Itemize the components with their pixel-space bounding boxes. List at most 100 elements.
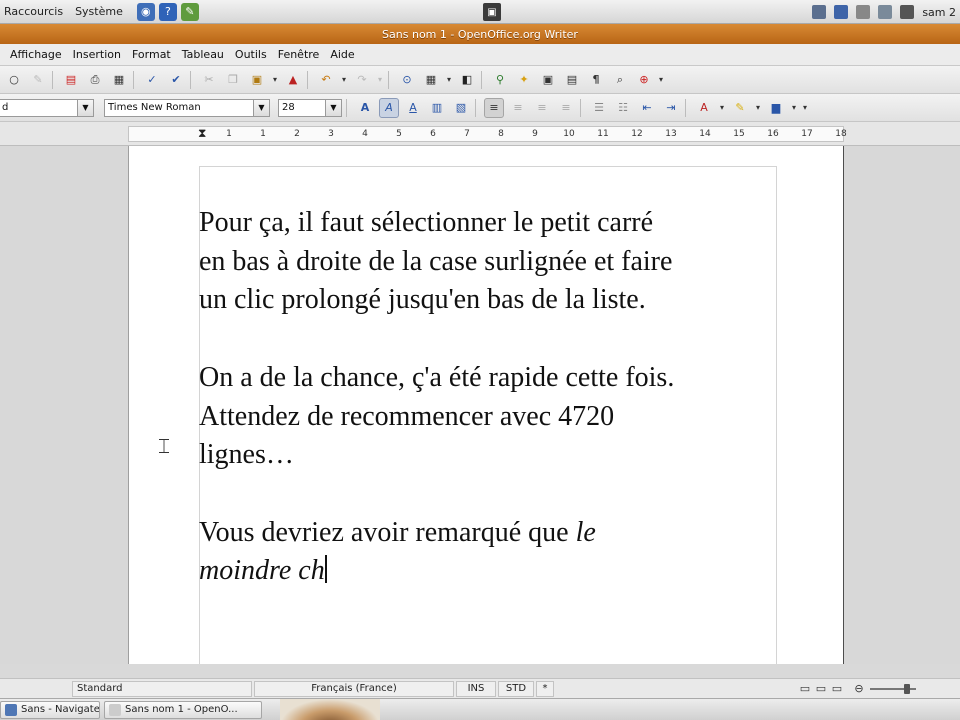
highlighting-dropdown-icon[interactable]: ▾: [754, 98, 762, 118]
panel-menu-raccourcis[interactable]: Raccourcis: [4, 5, 63, 18]
menu-outils[interactable]: Outils: [235, 48, 267, 61]
view-multi-page-icon[interactable]: ▭: [814, 682, 828, 696]
panel-user-name[interactable]: sam 2: [922, 6, 956, 19]
bullets-icon[interactable]: ☷: [613, 98, 633, 118]
horizontal-ruler[interactable]: ⧗ 1 1 2 3 4 5 6 7 8 9 10 11 12 13 14 15 16 17 18: [128, 126, 847, 142]
view-single-page-icon[interactable]: ▭: [798, 682, 812, 696]
font-name-value: Times New Roman: [108, 102, 201, 113]
chevron-down-icon[interactable]: ▼: [253, 99, 269, 116]
menu-affichage[interactable]: Affichage: [10, 48, 62, 61]
cut-icon[interactable]: ✂: [199, 70, 219, 90]
paragraph-style-combo[interactable]: d ▼: [0, 98, 94, 117]
screen: Raccourcis Système ◉ ? ✎ ▣ sam 2 Sans no…: [0, 0, 960, 720]
paste-icon[interactable]: ▣: [247, 70, 267, 90]
font-name-combo[interactable]: Times New Roman ▼: [104, 98, 270, 117]
undo-dropdown-icon[interactable]: ▾: [340, 70, 348, 90]
subscript-icon[interactable]: ▧: [451, 98, 471, 118]
menu-insertion[interactable]: Insertion: [73, 48, 121, 61]
browser-launcher-icon[interactable]: ◉: [136, 2, 155, 21]
data-sources-icon[interactable]: ▤: [562, 70, 582, 90]
text-line: Pour ça, il faut sélectionner le petit c…: [199, 207, 654, 238]
toolbar-overflow-icon[interactable]: ▾: [658, 70, 664, 90]
taskbar-item-browser[interactable]: Sans - Navigateur ...: [0, 700, 100, 719]
export-pdf-icon[interactable]: ▤: [61, 70, 81, 90]
document-page[interactable]: Pour ça, il faut sélectionner le petit c…: [128, 146, 844, 664]
status-page-style[interactable]: Standard: [72, 680, 252, 697]
copy-icon[interactable]: ❐: [223, 70, 243, 90]
decrease-indent-icon[interactable]: ⇤: [637, 98, 657, 118]
edit-file-icon[interactable]: ✎: [28, 70, 48, 90]
volume-icon[interactable]: [878, 5, 893, 19]
chevron-down-icon[interactable]: ▼: [325, 99, 341, 116]
status-selection-mode[interactable]: STD: [498, 680, 534, 697]
toolbar-overflow-icon[interactable]: ▾: [802, 98, 808, 118]
bluetooth-icon[interactable]: [834, 5, 849, 19]
superscript-icon[interactable]: ▥: [427, 98, 447, 118]
document-text[interactable]: Pour ça, il faut sélectionner le petit c…: [199, 204, 777, 630]
hyperlink-icon[interactable]: ⊙: [397, 70, 417, 90]
power-icon[interactable]: [900, 5, 915, 19]
zoom-slider[interactable]: [870, 683, 916, 694]
taskbar-item-label: Sans nom 1 - OpenO...: [125, 704, 238, 715]
window-titlebar[interactable]: Sans nom 1 - OpenOffice.org Writer: [0, 24, 960, 44]
status-insert-mode[interactable]: INS: [456, 680, 496, 697]
justify-icon[interactable]: ≡: [556, 98, 576, 118]
font-size-combo[interactable]: 28 ▼: [278, 98, 342, 117]
menu-aide[interactable]: Aide: [330, 48, 354, 61]
text-line: Attendez de recommencer avec 4720: [199, 400, 615, 432]
show-draw-functions-icon[interactable]: ◧: [457, 70, 477, 90]
italic-icon[interactable]: A: [379, 97, 399, 118]
navigator-icon[interactable]: ✦: [514, 70, 534, 90]
ruler-number: 4: [362, 129, 368, 139]
status-insert-mode-label: INS: [467, 683, 485, 694]
paste-dropdown-icon[interactable]: ▾: [271, 70, 279, 90]
background-color-icon[interactable]: ▆: [766, 98, 786, 118]
numbering-icon[interactable]: ☰: [589, 98, 609, 118]
font-color-dropdown-icon[interactable]: ▾: [718, 98, 726, 118]
autospellcheck-icon[interactable]: ✔: [166, 70, 186, 90]
redo-dropdown-icon[interactable]: ▾: [376, 70, 384, 90]
find-replace-icon[interactable]: ⚲: [490, 70, 510, 90]
status-language[interactable]: Français (France): [254, 680, 454, 697]
view-book-icon[interactable]: ▭: [830, 682, 844, 696]
print-icon[interactable]: ⎙: [85, 70, 105, 90]
menu-tableau[interactable]: Tableau: [182, 48, 224, 61]
zoom-slider-thumb[interactable]: [904, 683, 910, 694]
chevron-down-icon[interactable]: ▼: [77, 99, 93, 116]
gallery-icon[interactable]: ▣: [538, 70, 558, 90]
formatting-marks-icon[interactable]: ¶: [586, 70, 606, 90]
panel-app-icon[interactable]: ▣: [483, 3, 501, 21]
zoom-out-icon[interactable]: ⊖: [852, 682, 866, 696]
help-launcher-icon[interactable]: ?: [158, 2, 177, 21]
menu-fenetre[interactable]: Fenêtre: [278, 48, 320, 61]
open-icon[interactable]: ○: [4, 70, 24, 90]
table-icon[interactable]: ▦: [421, 70, 441, 90]
table-dropdown-icon[interactable]: ▾: [445, 70, 453, 90]
print-preview-icon[interactable]: ▦: [109, 70, 129, 90]
undo-icon[interactable]: ↶: [316, 70, 336, 90]
mail-icon[interactable]: [856, 5, 871, 19]
bold-icon[interactable]: A: [355, 98, 375, 118]
format-paintbrush-icon[interactable]: ▲: [283, 70, 303, 90]
redo-icon[interactable]: ↷: [352, 70, 372, 90]
underline-icon[interactable]: A: [403, 98, 423, 118]
editor-launcher-icon[interactable]: ✎: [180, 2, 199, 21]
spellcheck-icon[interactable]: ✓: [142, 70, 162, 90]
help-icon[interactable]: ⊕: [634, 70, 654, 90]
background-color-dropdown-icon[interactable]: ▾: [790, 98, 798, 118]
network-icon[interactable]: [812, 5, 827, 19]
taskbar-item-writer[interactable]: Sans nom 1 - OpenO...: [104, 700, 262, 719]
highlighting-icon[interactable]: ✎: [730, 98, 750, 118]
status-modified[interactable]: *: [536, 680, 554, 697]
panel-menus: Raccourcis Système: [4, 5, 123, 18]
text-line: un clic prolongé jusqu'en bas de la list…: [199, 284, 646, 316]
align-right-icon[interactable]: ≡: [532, 98, 552, 118]
indent-marker-icon[interactable]: ⧗: [198, 127, 206, 142]
font-color-icon[interactable]: A: [694, 98, 714, 118]
panel-menu-systeme[interactable]: Système: [75, 5, 123, 18]
increase-indent-icon[interactable]: ⇥: [661, 98, 681, 118]
menu-format[interactable]: Format: [132, 48, 171, 61]
align-center-icon[interactable]: ≡: [508, 98, 528, 118]
zoom-icon[interactable]: ⌕: [610, 70, 630, 90]
align-left-icon[interactable]: ≡: [484, 97, 504, 118]
